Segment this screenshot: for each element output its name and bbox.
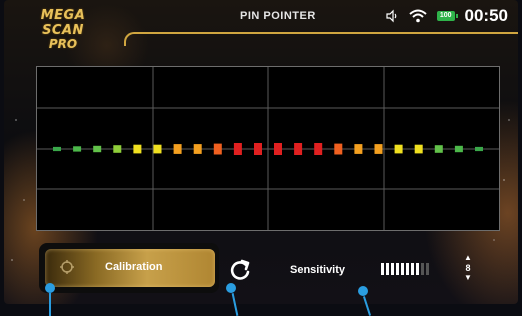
signal-bar <box>173 144 182 154</box>
sensitivity-bar <box>401 263 404 275</box>
calibration-icon <box>60 260 74 274</box>
header-divider <box>124 32 518 46</box>
signal-bar <box>233 143 242 155</box>
signal-bar <box>113 145 122 153</box>
refresh-icon[interactable] <box>226 256 254 284</box>
signal-bar <box>193 144 202 154</box>
sensitivity-bar <box>381 263 384 275</box>
signal-chart-svg <box>37 67 499 230</box>
logo-line2: PRO <box>48 37 78 51</box>
calibration-panel: Calibration <box>39 243 219 293</box>
signal-bar <box>153 144 162 154</box>
calibration-label: Calibration <box>105 261 163 273</box>
callout-marker-calibration <box>45 283 55 293</box>
sensitivity-bar <box>411 263 414 275</box>
callout-line-calibration <box>49 293 51 316</box>
signal-bar <box>53 146 61 152</box>
signal-bar <box>133 144 142 154</box>
sensitivity-bar <box>391 263 394 275</box>
signal-bar <box>475 146 483 152</box>
signal-bar <box>274 143 282 155</box>
volume-icon[interactable] <box>385 9 399 23</box>
status-bar: 100 00:50 <box>385 6 508 26</box>
signal-bar <box>434 145 443 153</box>
signal-bar <box>294 143 303 155</box>
wifi-icon <box>409 9 427 23</box>
signal-bar <box>394 144 403 154</box>
signal-bar <box>374 144 383 154</box>
sensitivity-bar <box>406 263 409 275</box>
signal-bar <box>414 144 423 154</box>
sensitivity-level-bars[interactable] <box>381 263 429 275</box>
signal-bar <box>454 145 463 153</box>
sensitivity-bar <box>426 263 429 275</box>
signal-bar <box>213 143 222 155</box>
sensitivity-bar <box>386 263 389 275</box>
sensitivity-bar <box>396 263 399 275</box>
device-screen: MEGA SCAN PRO PIN POINTER 100 00:50 Cali… <box>4 0 518 304</box>
sensitivity-label: Sensitivity <box>290 264 346 276</box>
signal-bar <box>73 146 82 152</box>
callout-marker-sensitivity <box>358 286 368 296</box>
chevron-down-icon[interactable]: ▼ <box>458 274 478 282</box>
signal-bar <box>254 143 262 155</box>
sensitivity-stepper[interactable]: ▲ 8 ▼ <box>458 254 478 284</box>
signal-bar <box>354 144 363 154</box>
signal-bar <box>334 143 343 155</box>
chevron-up-icon[interactable]: ▲ <box>458 254 478 262</box>
sensitivity-bar <box>416 263 419 275</box>
logo-line1: MEGA SCAN <box>40 8 86 38</box>
page-title: PIN POINTER <box>240 10 316 22</box>
signal-chart <box>36 66 500 231</box>
calibration-button[interactable]: Calibration <box>45 249 215 287</box>
signal-bar <box>314 143 323 155</box>
sensitivity-bar <box>421 263 424 275</box>
callout-marker-refresh <box>226 283 236 293</box>
signal-bar <box>93 145 102 153</box>
sensitivity-control: Sensitivity ▲ 8 ▼ <box>274 247 500 289</box>
app-logo: MEGA SCAN PRO <box>18 8 108 51</box>
battery-icon: 100 <box>436 11 458 21</box>
clock: 00:50 <box>464 6 508 25</box>
